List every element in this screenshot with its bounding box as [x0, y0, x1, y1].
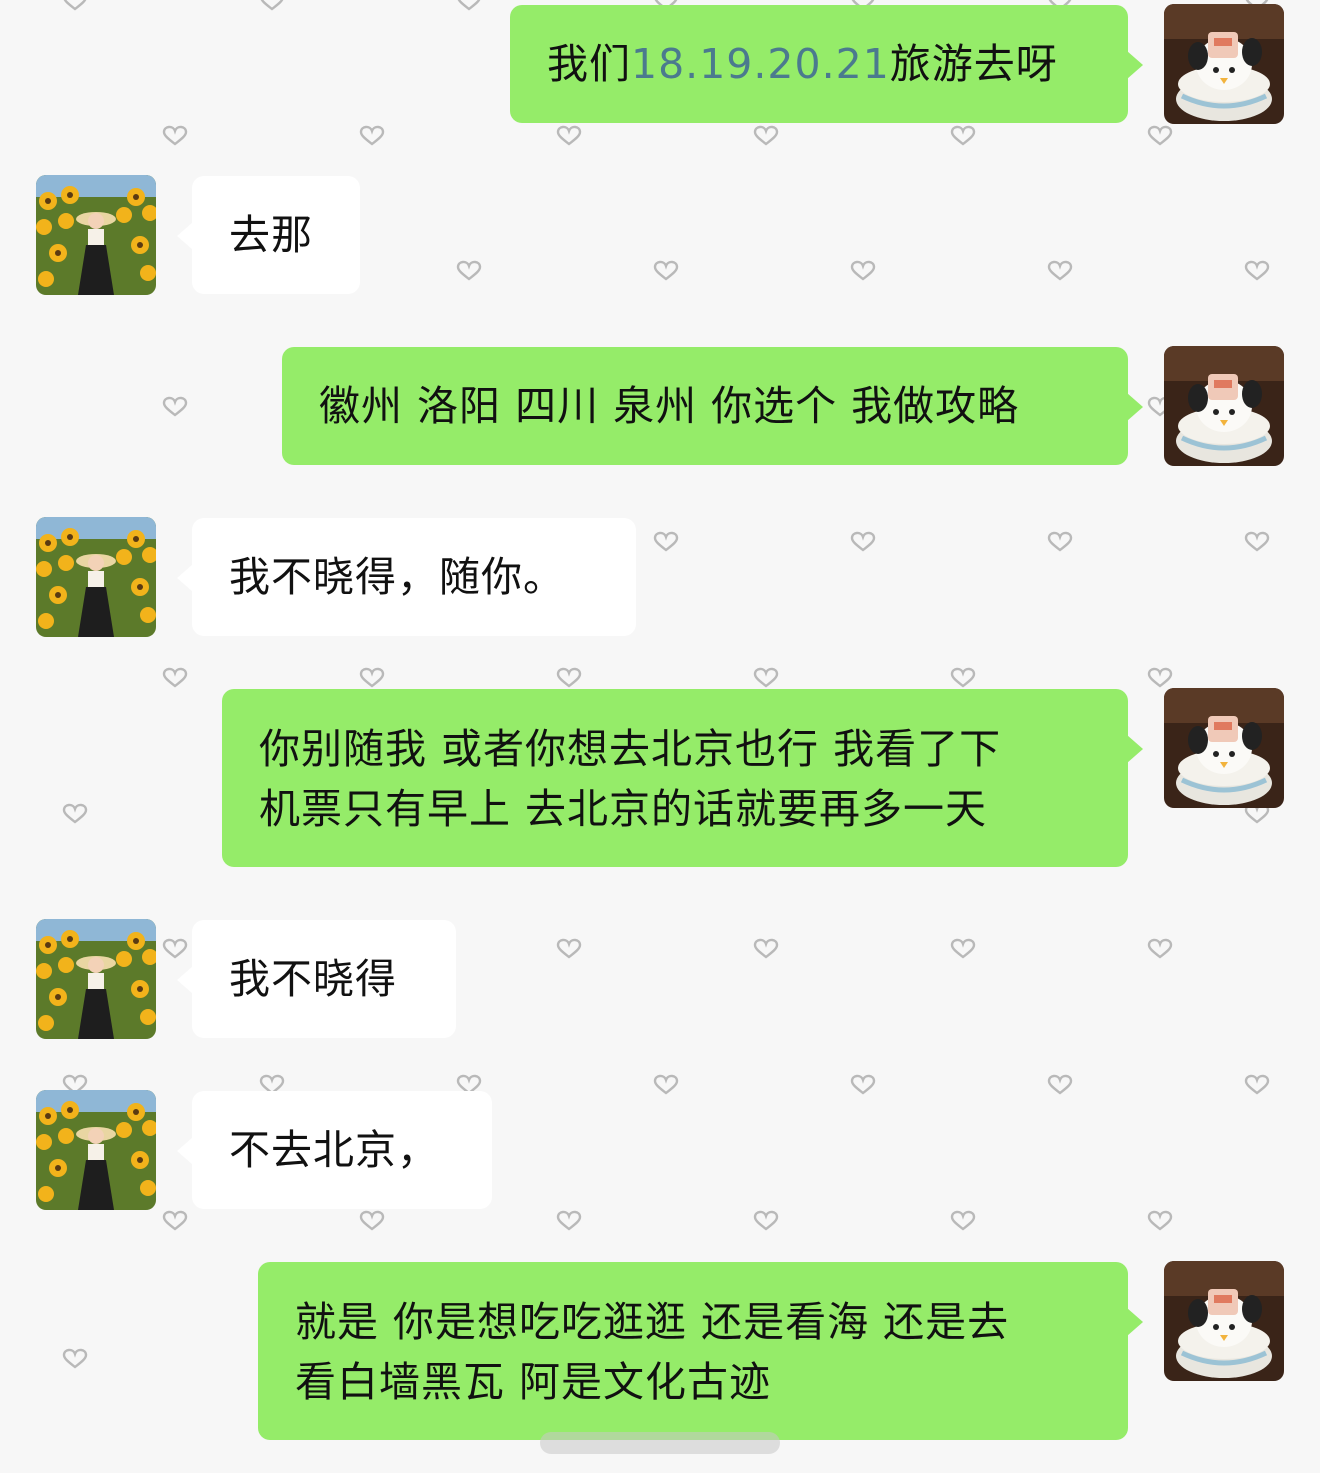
heart-icon — [1244, 1074, 1270, 1095]
heart-icon — [556, 1210, 582, 1231]
heart-icon — [653, 260, 679, 281]
heart-icon — [162, 938, 188, 959]
chat-bubble-incoming[interactable]: 我不晓得 — [177, 920, 456, 1038]
plush-toy-avatar-icon — [1164, 1261, 1284, 1381]
sunflower-portrait-avatar-icon — [36, 919, 156, 1039]
heart-icon — [456, 260, 482, 281]
message-line: 看白墙黑瓦 阿是文化古迹 — [295, 1358, 772, 1406]
plush-toy-avatar-icon — [1164, 688, 1284, 808]
plush-toy-avatar-icon — [1164, 346, 1284, 466]
chat-bubble-incoming[interactable]: 去那 — [177, 176, 360, 294]
message-text: 不去北京， — [229, 1126, 439, 1174]
chat-bubble-outgoing[interactable]: 我们18.19.20.21旅游去呀 — [510, 5, 1143, 123]
heart-icon — [653, 531, 679, 552]
heart-icon — [1147, 938, 1173, 959]
chat-bubble-outgoing[interactable]: 你别随我 或者你想去北京也行 我看了下 机票只有早上 去北京的话就要再多一天 — [222, 689, 1143, 867]
message-text: 旅游去呀 — [889, 40, 1058, 88]
heart-icon — [850, 531, 876, 552]
heart-icon — [753, 125, 779, 146]
plush-toy-avatar-icon — [1164, 4, 1284, 124]
heart-icon — [162, 125, 188, 146]
message-text: 我不晓得，随你。 — [229, 553, 565, 601]
heart-icon — [62, 803, 88, 824]
heart-icon — [162, 667, 188, 688]
heart-icon — [850, 260, 876, 281]
heart-icon — [950, 1210, 976, 1231]
message-text: 去那 — [229, 211, 313, 259]
heart-icon — [62, 1348, 88, 1369]
message-text: 我不晓得 — [229, 955, 397, 1003]
heart-icon — [162, 396, 188, 417]
heart-icon — [556, 938, 582, 959]
chat-bubble-outgoing[interactable]: 就是 你是想吃吃逛逛 还是看海 还是去 看白墙黑瓦 阿是文化古迹 — [258, 1262, 1143, 1440]
message-line: 机票只有早上 去北京的话就要再多一天 — [259, 785, 988, 833]
heart-icon — [950, 125, 976, 146]
sunflower-portrait-avatar-icon — [36, 517, 156, 637]
my-avatar[interactable] — [1164, 688, 1284, 808]
my-avatar[interactable] — [1164, 4, 1284, 124]
contact-avatar[interactable] — [36, 919, 156, 1039]
heart-icon — [1147, 125, 1173, 146]
heart-icon — [1047, 260, 1073, 281]
heart-icon — [1147, 667, 1173, 688]
contact-avatar[interactable] — [36, 175, 156, 295]
contact-avatar[interactable] — [36, 517, 156, 637]
heart-icon — [1147, 1210, 1173, 1231]
heart-icon — [556, 667, 582, 688]
heart-icon — [950, 938, 976, 959]
message-line: 你别随我 或者你想去北京也行 我看了下 — [259, 725, 1002, 773]
contact-avatar[interactable] — [36, 1090, 156, 1210]
heart-icon — [753, 938, 779, 959]
sunflower-portrait-avatar-icon — [36, 1090, 156, 1210]
chat-bubble-incoming[interactable]: 我不晓得，随你。 — [177, 518, 636, 636]
heart-icon — [359, 667, 385, 688]
heart-icon — [850, 1074, 876, 1095]
heart-icon — [753, 1210, 779, 1231]
message-text: 我们 — [547, 40, 631, 88]
heart-icon — [456, 0, 482, 11]
heart-icon — [753, 667, 779, 688]
message-line: 就是 你是想吃吃逛逛 还是看海 还是去 — [295, 1298, 1010, 1346]
heart-icon — [162, 1210, 188, 1231]
home-indicator[interactable] — [540, 1432, 780, 1454]
heart-icon — [1047, 1074, 1073, 1095]
heart-icon — [359, 125, 385, 146]
sunflower-portrait-avatar-icon — [36, 175, 156, 295]
heart-icon — [259, 0, 285, 11]
chat-bubble-incoming[interactable]: 不去北京， — [177, 1091, 492, 1209]
my-avatar[interactable] — [1164, 346, 1284, 466]
heart-icon — [359, 1210, 385, 1231]
heart-icon — [1244, 531, 1270, 552]
heart-icon — [1244, 260, 1270, 281]
heart-icon — [1047, 531, 1073, 552]
date-link[interactable]: 18.19.20.21 — [631, 40, 890, 88]
message-text: 徽州 洛阳 四川 泉州 你选个 我做攻略 — [319, 382, 1020, 430]
chat-bubble-outgoing[interactable]: 徽州 洛阳 四川 泉州 你选个 我做攻略 — [282, 347, 1143, 465]
heart-icon — [653, 1074, 679, 1095]
heart-icon — [62, 0, 88, 11]
heart-icon — [950, 667, 976, 688]
heart-icon — [556, 125, 582, 146]
my-avatar[interactable] — [1164, 1261, 1284, 1381]
